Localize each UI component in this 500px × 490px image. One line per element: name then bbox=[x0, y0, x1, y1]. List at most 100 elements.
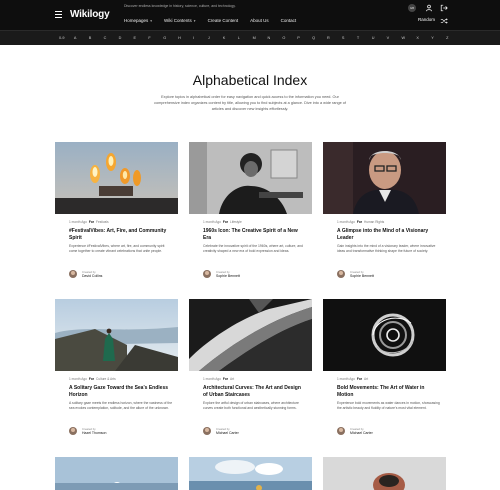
alphabet-letter[interactable]: P bbox=[297, 36, 312, 40]
chevron-down-icon: ▾ bbox=[193, 18, 196, 23]
card-description: Gain insights into the mind of a visiona… bbox=[337, 244, 436, 254]
article-card[interactable] bbox=[189, 457, 312, 490]
alphabet-letter[interactable]: V bbox=[387, 36, 402, 40]
card-image[interactable] bbox=[323, 299, 446, 371]
card-title[interactable]: Architectural Curves: The Art and Design… bbox=[203, 385, 305, 399]
author-name[interactable]: Michael Carter bbox=[350, 431, 373, 435]
article-card[interactable]: 1 month Ago For Culture & Arts A Solitary … bbox=[55, 299, 178, 449]
card-description: A solitary gaze meets the endless horizo… bbox=[69, 401, 173, 411]
card-author[interactable]: Created by Hazel Thomson bbox=[69, 427, 169, 437]
alphabet-letter[interactable]: N bbox=[267, 36, 282, 40]
card-image[interactable] bbox=[55, 142, 178, 214]
card-title[interactable]: A Solitary Gaze Toward the Sea's Endless… bbox=[69, 385, 171, 399]
page-title: Alphabetical Index bbox=[192, 72, 308, 88]
alphabet-letter[interactable]: E bbox=[133, 36, 148, 40]
alphabet-letter[interactable]: J bbox=[208, 36, 223, 40]
card-author[interactable]: Created by Sophie Bennett bbox=[203, 270, 303, 280]
card-image[interactable] bbox=[55, 299, 178, 371]
top-navbar: Wikilogy Discover endless knowledge in h… bbox=[0, 0, 500, 30]
alphabet-letter[interactable]: B bbox=[89, 36, 104, 40]
site-logo[interactable]: Wikilogy bbox=[70, 9, 110, 20]
alphabet-letter[interactable]: Y bbox=[431, 36, 446, 40]
alphabet-letter[interactable]: Q bbox=[312, 36, 327, 40]
alphabet-letter[interactable]: T bbox=[357, 36, 372, 40]
article-card[interactable] bbox=[323, 457, 446, 490]
article-card[interactable] bbox=[55, 457, 178, 490]
card-image[interactable] bbox=[189, 457, 312, 490]
card-title[interactable]: A Glimpse into the Mind of a Visionary L… bbox=[337, 228, 439, 242]
nav-about-us[interactable]: About Us bbox=[250, 18, 269, 23]
menu-icon[interactable] bbox=[55, 11, 62, 18]
article-card[interactable]: 1 month Ago For Art Bold Movements: The Ar… bbox=[323, 299, 446, 449]
alphabet-letter[interactable]: M bbox=[253, 36, 268, 40]
avatar bbox=[203, 427, 211, 435]
user-avatar-badge[interactable]: GB bbox=[408, 4, 416, 12]
alphabet-letter[interactable]: U bbox=[372, 36, 387, 40]
nav-create-content[interactable]: Create Content bbox=[208, 18, 239, 23]
card-image[interactable] bbox=[189, 142, 312, 214]
card-author[interactable]: Created by Michael Carter bbox=[203, 427, 303, 437]
card-description: Experience #FestivalVibes, where art, fi… bbox=[69, 244, 165, 254]
card-title[interactable]: Bold Movements: The Art of Water in Moti… bbox=[337, 385, 439, 399]
site-tagline: Discover endless knowledge in history, s… bbox=[124, 4, 236, 8]
nav-homepages[interactable]: Homepages ▾ bbox=[124, 18, 152, 23]
alphabet-letter[interactable]: Z bbox=[446, 36, 461, 40]
card-meta: 1 month Ago For Art bbox=[203, 377, 235, 381]
alphabet-letter[interactable]: X bbox=[416, 36, 431, 40]
card-author[interactable]: Created by Michael Carter bbox=[337, 427, 437, 437]
avatar bbox=[337, 427, 345, 435]
alphabet-letter[interactable]: C bbox=[104, 36, 119, 40]
card-title[interactable]: 1960s Icon: The Creative Spirit of a New… bbox=[203, 228, 305, 242]
author-name[interactable]: Sophie Bennett bbox=[216, 274, 240, 278]
article-card[interactable]: 1 month Ago For Art Architectural Curves: … bbox=[189, 299, 312, 449]
article-card[interactable]: 1 month Ago For Lifestyle 1960s Icon: The … bbox=[189, 142, 312, 292]
author-name[interactable]: Sophie Bennett bbox=[350, 274, 374, 278]
chevron-down-icon: ▾ bbox=[150, 18, 153, 23]
avatar bbox=[69, 270, 77, 278]
avatar bbox=[203, 270, 211, 278]
alphabet-letter[interactable]: H bbox=[178, 36, 193, 40]
card-author[interactable]: Created by Sophie Bennett bbox=[337, 270, 437, 280]
alphabet-letter[interactable]: F bbox=[148, 36, 163, 40]
alphabet-letter[interactable]: W bbox=[401, 36, 416, 40]
article-card[interactable]: 1 month Ago For Festivals #FestivalVibes: … bbox=[55, 142, 178, 292]
alphabet-letter[interactable]: K bbox=[223, 36, 238, 40]
card-image[interactable] bbox=[323, 457, 446, 490]
alphabet-letter[interactable]: G bbox=[163, 36, 178, 40]
random-button[interactable]: Random bbox=[418, 17, 435, 22]
alphabet-bar: 0-9 A B C D E F G H I J K L M N O P Q R S T U V W X Y Z bbox=[0, 30, 500, 45]
alphabet-letter[interactable]: 0-9 bbox=[59, 36, 74, 40]
alphabet-letter[interactable]: S bbox=[342, 36, 357, 40]
author-name[interactable]: Hazel Thomson bbox=[82, 431, 106, 435]
card-image[interactable] bbox=[55, 457, 178, 490]
card-meta: 1 month Ago For Lifestyle bbox=[203, 220, 242, 224]
card-image[interactable] bbox=[323, 142, 446, 214]
card-description: Explore the artful design of urban stair… bbox=[203, 401, 299, 411]
main-nav: Homepages ▾ Wiki Contents ▾ Create Content… bbox=[124, 18, 296, 23]
nav-contact[interactable]: Contact bbox=[281, 18, 297, 23]
user-icon[interactable] bbox=[425, 4, 433, 12]
alphabet-letter[interactable]: A bbox=[74, 36, 89, 40]
card-meta: 1 month Ago For Human Rights bbox=[337, 220, 385, 224]
avatar bbox=[337, 270, 345, 278]
logout-icon[interactable] bbox=[440, 4, 448, 12]
article-card[interactable]: 1 month Ago For Human Rights A Glimpse int… bbox=[323, 142, 446, 292]
alphabet-letter[interactable]: R bbox=[327, 36, 342, 40]
alphabet-letter[interactable]: I bbox=[193, 36, 208, 40]
nav-wiki-contents[interactable]: Wiki Contents ▾ bbox=[164, 18, 196, 23]
card-author[interactable]: Created by David Collins bbox=[69, 270, 169, 280]
page-intro: Explore topics in alphabetical order for… bbox=[154, 95, 346, 112]
shuffle-icon[interactable] bbox=[440, 17, 448, 25]
card-meta: 1 month Ago For Festivals bbox=[69, 220, 109, 224]
author-name[interactable]: David Collins bbox=[82, 274, 102, 278]
card-image[interactable] bbox=[189, 299, 312, 371]
alphabet-letter[interactable]: D bbox=[119, 36, 134, 40]
card-description: Celebrate the innovative spirit of the 1… bbox=[203, 244, 303, 254]
card-title[interactable]: #FestivalVibes: Art, Fire, and Community… bbox=[69, 228, 171, 242]
author-name[interactable]: Michael Carter bbox=[216, 431, 239, 435]
card-meta: 1 month Ago For Art bbox=[337, 377, 369, 381]
card-description: Experience bold movements as water dance… bbox=[337, 401, 440, 411]
avatar bbox=[69, 427, 77, 435]
alphabet-letter[interactable]: O bbox=[282, 36, 297, 40]
alphabet-letter[interactable]: L bbox=[238, 36, 253, 40]
